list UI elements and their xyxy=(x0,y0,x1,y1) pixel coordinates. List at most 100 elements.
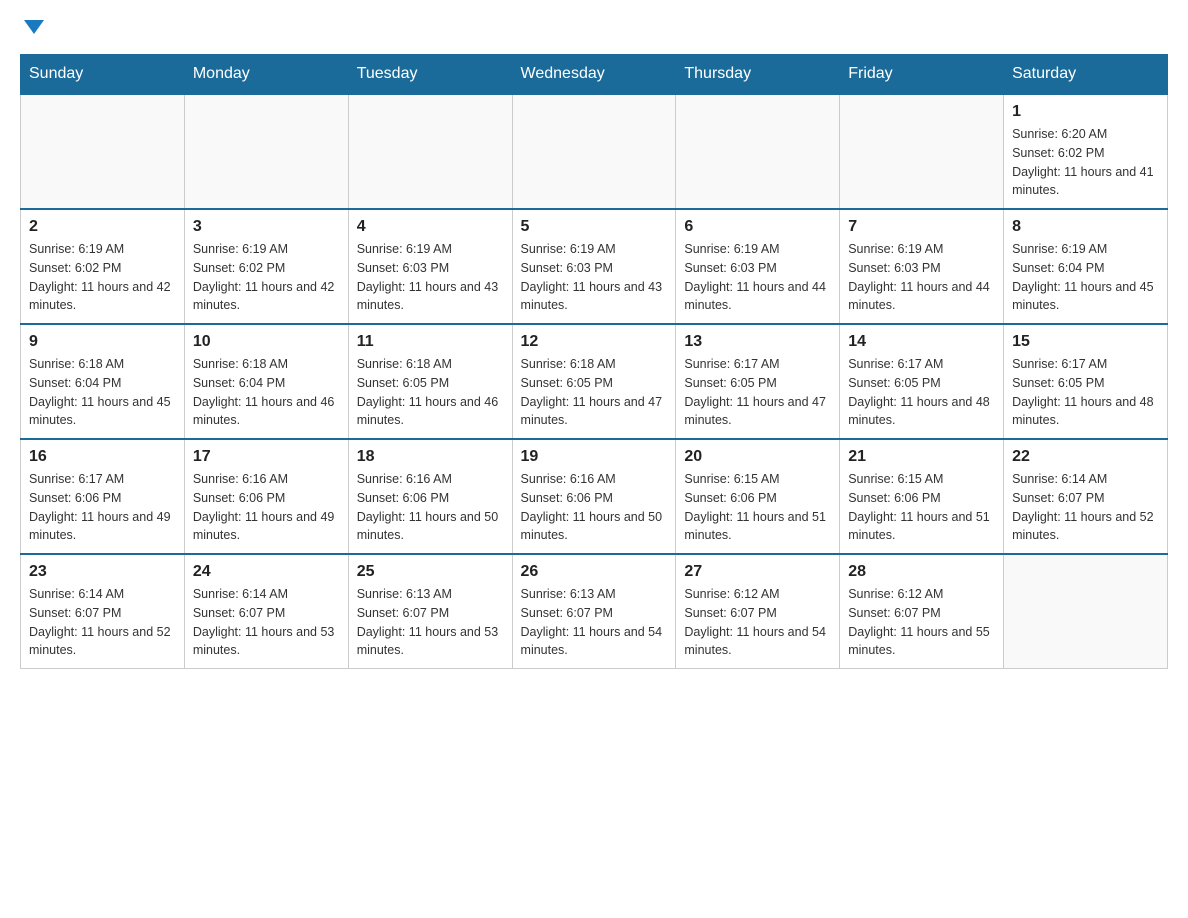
day-number: 11 xyxy=(357,333,504,351)
day-info: Sunrise: 6:18 AMSunset: 6:04 PMDaylight:… xyxy=(29,355,176,430)
day-number: 12 xyxy=(521,333,668,351)
day-info: Sunrise: 6:17 AMSunset: 6:05 PMDaylight:… xyxy=(848,355,995,430)
calendar-cell xyxy=(1004,554,1168,669)
day-info: Sunrise: 6:19 AMSunset: 6:02 PMDaylight:… xyxy=(193,240,340,315)
day-info: Sunrise: 6:16 AMSunset: 6:06 PMDaylight:… xyxy=(521,470,668,545)
calendar-week-row: 1 Sunrise: 6:20 AMSunset: 6:02 PMDaylight… xyxy=(21,94,1168,209)
page-header xyxy=(20,20,1168,34)
day-info: Sunrise: 6:19 AMSunset: 6:02 PMDaylight:… xyxy=(29,240,176,315)
calendar-cell: 2 Sunrise: 6:19 AMSunset: 6:02 PMDaylight… xyxy=(21,209,185,324)
day-of-week-header: Wednesday xyxy=(512,55,676,95)
day-number: 25 xyxy=(357,563,504,581)
calendar-cell: 3 Sunrise: 6:19 AMSunset: 6:02 PMDaylight… xyxy=(184,209,348,324)
calendar-cell: 6 Sunrise: 6:19 AMSunset: 6:03 PMDaylight… xyxy=(676,209,840,324)
day-number: 3 xyxy=(193,218,340,236)
calendar-cell: 21Sunrise: 6:15 AMSunset: 6:06 PMDayligh… xyxy=(840,439,1004,554)
calendar-cell xyxy=(348,94,512,209)
day-info: Sunrise: 6:17 AMSunset: 6:05 PMDaylight:… xyxy=(684,355,831,430)
calendar-cell: 11 Sunrise: 6:18 AMSunset: 6:05 PMDayligh… xyxy=(348,324,512,439)
calendar-cell: 13 Sunrise: 6:17 AMSunset: 6:05 PMDayligh… xyxy=(676,324,840,439)
calendar-cell: 28 Sunrise: 6:12 AMSunset: 6:07 PMDayligh… xyxy=(840,554,1004,669)
day-info: Sunrise: 6:12 AMSunset: 6:07 PMDaylight:… xyxy=(848,585,995,660)
day-number: 14 xyxy=(848,333,995,351)
day-number: 2 xyxy=(29,218,176,236)
day-number: 4 xyxy=(357,218,504,236)
day-info: Sunrise: 6:15 AMSunset: 6:06 PMDaylight:… xyxy=(684,470,831,545)
calendar-week-row: 2 Sunrise: 6:19 AMSunset: 6:02 PMDaylight… xyxy=(21,209,1168,324)
calendar-cell: 27 Sunrise: 6:12 AMSunset: 6:07 PMDayligh… xyxy=(676,554,840,669)
calendar-cell: 5 Sunrise: 6:19 AMSunset: 6:03 PMDaylight… xyxy=(512,209,676,324)
day-number: 20 xyxy=(684,448,831,466)
calendar-cell: 10Sunrise: 6:18 AMSunset: 6:04 PMDayligh… xyxy=(184,324,348,439)
calendar-cell: 24 Sunrise: 6:14 AMSunset: 6:07 PMDayligh… xyxy=(184,554,348,669)
day-of-week-header: Friday xyxy=(840,55,1004,95)
calendar-cell xyxy=(184,94,348,209)
calendar-week-row: 23 Sunrise: 6:14 AMSunset: 6:07 PMDayligh… xyxy=(21,554,1168,669)
day-info: Sunrise: 6:17 AMSunset: 6:05 PMDaylight:… xyxy=(1012,355,1159,430)
calendar-cell: 15 Sunrise: 6:17 AMSunset: 6:05 PMDayligh… xyxy=(1004,324,1168,439)
day-number: 5 xyxy=(521,218,668,236)
day-of-week-header: Tuesday xyxy=(348,55,512,95)
day-info: Sunrise: 6:19 AMSunset: 6:03 PMDaylight:… xyxy=(521,240,668,315)
calendar-cell: 1 Sunrise: 6:20 AMSunset: 6:02 PMDaylight… xyxy=(1004,94,1168,209)
calendar-cell: 9 Sunrise: 6:18 AMSunset: 6:04 PMDaylight… xyxy=(21,324,185,439)
logo-triangle-icon xyxy=(24,20,44,34)
day-number: 26 xyxy=(521,563,668,581)
day-number: 6 xyxy=(684,218,831,236)
day-number: 1 xyxy=(1012,103,1159,121)
day-info: Sunrise: 6:14 AMSunset: 6:07 PMDaylight:… xyxy=(1012,470,1159,545)
day-info: Sunrise: 6:19 AMSunset: 6:03 PMDaylight:… xyxy=(848,240,995,315)
calendar-cell xyxy=(840,94,1004,209)
day-number: 16 xyxy=(29,448,176,466)
day-number: 22 xyxy=(1012,448,1159,466)
day-number: 17 xyxy=(193,448,340,466)
day-number: 21 xyxy=(848,448,995,466)
day-info: Sunrise: 6:14 AMSunset: 6:07 PMDaylight:… xyxy=(29,585,176,660)
day-number: 18 xyxy=(357,448,504,466)
day-info: Sunrise: 6:17 AMSunset: 6:06 PMDaylight:… xyxy=(29,470,176,545)
calendar-cell: 19 Sunrise: 6:16 AMSunset: 6:06 PMDayligh… xyxy=(512,439,676,554)
calendar-cell: 12 Sunrise: 6:18 AMSunset: 6:05 PMDayligh… xyxy=(512,324,676,439)
day-info: Sunrise: 6:12 AMSunset: 6:07 PMDaylight:… xyxy=(684,585,831,660)
calendar-cell: 17 Sunrise: 6:16 AMSunset: 6:06 PMDayligh… xyxy=(184,439,348,554)
day-number: 15 xyxy=(1012,333,1159,351)
calendar-cell: 26Sunrise: 6:13 AMSunset: 6:07 PMDayligh… xyxy=(512,554,676,669)
calendar-cell xyxy=(21,94,185,209)
day-number: 27 xyxy=(684,563,831,581)
day-of-week-header: Saturday xyxy=(1004,55,1168,95)
calendar-cell xyxy=(676,94,840,209)
calendar-cell: 14 Sunrise: 6:17 AMSunset: 6:05 PMDayligh… xyxy=(840,324,1004,439)
day-info: Sunrise: 6:18 AMSunset: 6:05 PMDaylight:… xyxy=(357,355,504,430)
calendar-week-row: 9 Sunrise: 6:18 AMSunset: 6:04 PMDaylight… xyxy=(21,324,1168,439)
day-info: Sunrise: 6:19 AMSunset: 6:03 PMDaylight:… xyxy=(357,240,504,315)
logo xyxy=(20,20,44,34)
day-number: 19 xyxy=(521,448,668,466)
calendar-cell: 18Sunrise: 6:16 AMSunset: 6:06 PMDayligh… xyxy=(348,439,512,554)
calendar-cell: 8Sunrise: 6:19 AMSunset: 6:04 PMDaylight… xyxy=(1004,209,1168,324)
calendar-cell: 23 Sunrise: 6:14 AMSunset: 6:07 PMDayligh… xyxy=(21,554,185,669)
day-number: 13 xyxy=(684,333,831,351)
calendar-header-row: SundayMondayTuesdayWednesdayThursdayFrid… xyxy=(21,55,1168,95)
day-number: 23 xyxy=(29,563,176,581)
day-info: Sunrise: 6:20 AMSunset: 6:02 PMDaylight:… xyxy=(1012,125,1159,200)
day-info: Sunrise: 6:19 AMSunset: 6:03 PMDaylight:… xyxy=(684,240,831,315)
calendar-cell: 4 Sunrise: 6:19 AMSunset: 6:03 PMDaylight… xyxy=(348,209,512,324)
day-of-week-header: Thursday xyxy=(676,55,840,95)
calendar-table: SundayMondayTuesdayWednesdayThursdayFrid… xyxy=(20,54,1168,669)
calendar-cell: 20 Sunrise: 6:15 AMSunset: 6:06 PMDayligh… xyxy=(676,439,840,554)
calendar-cell xyxy=(512,94,676,209)
day-info: Sunrise: 6:16 AMSunset: 6:06 PMDaylight:… xyxy=(193,470,340,545)
day-number: 24 xyxy=(193,563,340,581)
calendar-cell: 22 Sunrise: 6:14 AMSunset: 6:07 PMDayligh… xyxy=(1004,439,1168,554)
day-info: Sunrise: 6:14 AMSunset: 6:07 PMDaylight:… xyxy=(193,585,340,660)
day-number: 7 xyxy=(848,218,995,236)
calendar-cell: 25 Sunrise: 6:13 AMSunset: 6:07 PMDayligh… xyxy=(348,554,512,669)
day-of-week-header: Monday xyxy=(184,55,348,95)
day-info: Sunrise: 6:13 AMSunset: 6:07 PMDaylight:… xyxy=(357,585,504,660)
calendar-week-row: 16 Sunrise: 6:17 AMSunset: 6:06 PMDayligh… xyxy=(21,439,1168,554)
day-number: 28 xyxy=(848,563,995,581)
day-info: Sunrise: 6:18 AMSunset: 6:05 PMDaylight:… xyxy=(521,355,668,430)
day-number: 9 xyxy=(29,333,176,351)
day-number: 8 xyxy=(1012,218,1159,236)
day-info: Sunrise: 6:18 AMSunset: 6:04 PMDaylight:… xyxy=(193,355,340,430)
